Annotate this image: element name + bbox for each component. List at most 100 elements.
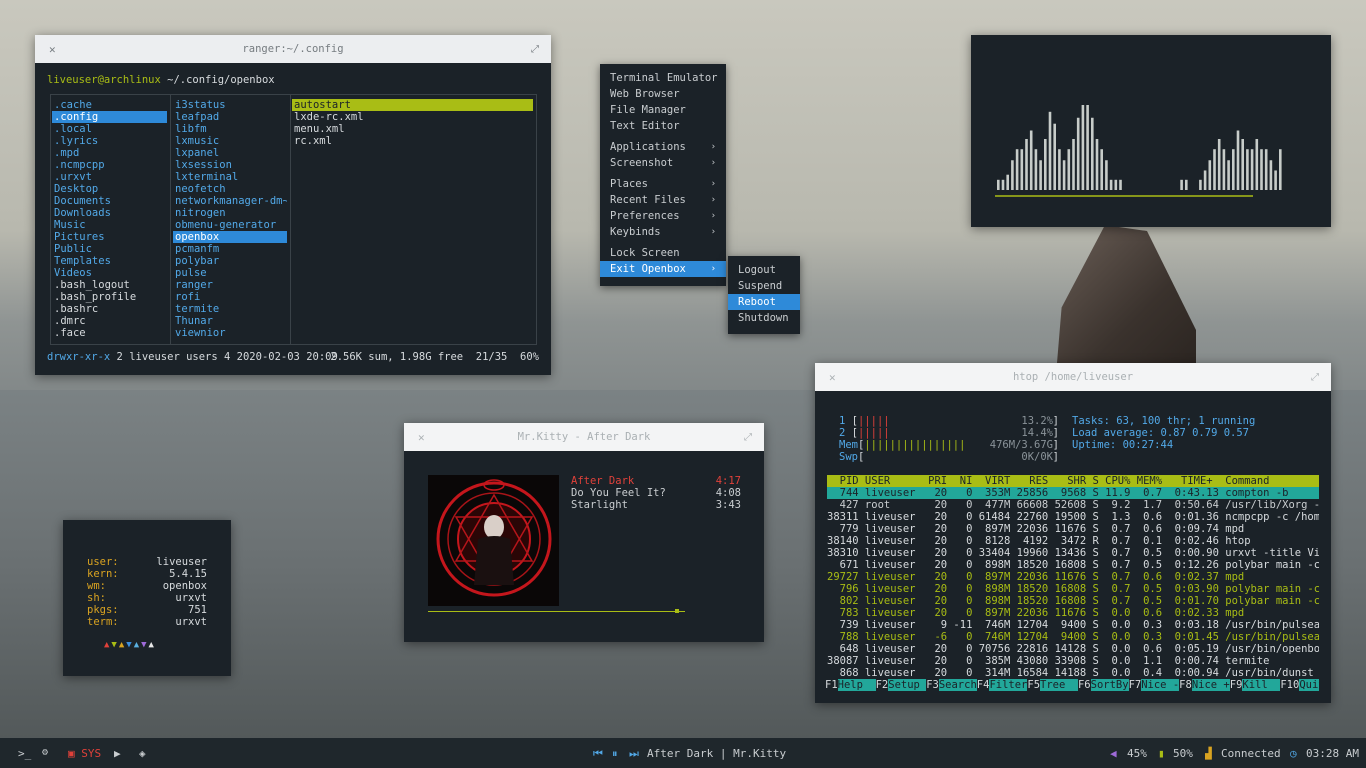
process-row[interactable]: 671 liveuser 20 0 898M 18520 16808 S 0.7…: [827, 559, 1319, 571]
file-entry[interactable]: .face: [52, 327, 167, 339]
file-entry[interactable]: i3status: [173, 99, 287, 111]
fkey-label[interactable]: Help: [837, 679, 876, 691]
settings-icon[interactable]: ⚙: [42, 747, 48, 758]
file-entry[interactable]: Thunar: [173, 315, 287, 327]
process-row[interactable]: 779 liveuser 20 0 897M 22036 11676 S 0.7…: [827, 523, 1319, 535]
menu-item[interactable]: Recent Files ›: [600, 192, 726, 208]
file-entry[interactable]: Downloads: [52, 207, 167, 219]
file-entry[interactable]: neofetch: [173, 183, 287, 195]
process-row[interactable]: 29727 liveuser 20 0 897M 22036 11676 S 0…: [827, 571, 1319, 583]
ranger-window[interactable]: ✕ ranger:~/.config ⤢ liveuser@archlinux …: [35, 35, 551, 375]
file-entry[interactable]: Videos: [52, 267, 167, 279]
playlist[interactable]: After Dark 4:17 Do You Feel It? 4:08 Starlig…: [571, 475, 741, 511]
network-status[interactable]: Connected: [1221, 747, 1281, 760]
player-titlebar[interactable]: ✕ Mr.Kitty - After Dark ⤢: [404, 423, 764, 451]
file-entry[interactable]: lxsession: [173, 159, 287, 171]
process-row[interactable]: 427 root 20 0 477M 66608 52608 S 9.2 1.7…: [827, 499, 1319, 511]
menu-item[interactable]: Suspend: [728, 278, 800, 294]
menu-item[interactable]: Logout: [728, 262, 800, 278]
menu-item[interactable]: Text Editor: [600, 118, 726, 134]
file-entry[interactable]: lxde-rc.xml: [292, 111, 533, 123]
process-row[interactable]: 788 liveuser -6 0 746M 12704 9400 S 0.0 …: [827, 631, 1319, 643]
file-entry[interactable]: nitrogen: [173, 207, 287, 219]
file-entry[interactable]: .mpd: [52, 147, 167, 159]
file-entry[interactable]: .bashrc: [52, 303, 167, 315]
file-entry[interactable]: leafpad: [173, 111, 287, 123]
file-entry[interactable]: lxterminal: [173, 171, 287, 183]
fkey-label[interactable]: Search: [938, 679, 977, 691]
file-entry[interactable]: obmenu-generator: [173, 219, 287, 231]
file-entry[interactable]: openbox: [173, 231, 287, 243]
menu-item[interactable]: Reboot: [728, 294, 800, 310]
process-row[interactable]: 38311 liveuser 20 0 61484 22760 19500 S …: [827, 511, 1319, 523]
fkey-label[interactable]: Quit: [1299, 679, 1319, 691]
volume-level[interactable]: 45%: [1127, 747, 1147, 760]
previous-icon[interactable]: ⏮: [593, 747, 603, 761]
process-row[interactable]: 796 liveuser 20 0 898M 18520 16808 S 0.7…: [827, 583, 1319, 595]
file-entry[interactable]: Desktop: [52, 183, 167, 195]
process-row[interactable]: 802 liveuser 20 0 898M 18520 16808 S 0.7…: [827, 595, 1319, 607]
menu-item[interactable]: Lock Screen: [600, 245, 726, 261]
file-entry[interactable]: .bash_profile: [52, 291, 167, 303]
fkey-label[interactable]: Setup: [888, 679, 927, 691]
file-entry[interactable]: .config: [52, 111, 167, 123]
menu-item[interactable]: Shutdown: [728, 310, 800, 326]
process-row[interactable]: 38310 liveuser 20 0 33404 19960 13436 S …: [827, 547, 1319, 559]
file-entry[interactable]: Public: [52, 243, 167, 255]
menu-item[interactable]: Applications ›: [600, 139, 726, 155]
menu-item[interactable]: Preferences ›: [600, 208, 726, 224]
file-entry[interactable]: .bash_logout: [52, 279, 167, 291]
file-entry[interactable]: lxmusic: [173, 135, 287, 147]
fkey-label[interactable]: Nice +: [1191, 679, 1230, 691]
function-key-bar[interactable]: F1Help F2Setup F3SearchF4FilterF5Tree F6…: [825, 679, 1319, 691]
htop-body[interactable]: 1 [||||| 13.2%] 2 [||||| 14.4%] Mem[||||||…: [815, 391, 1331, 703]
file-entry[interactable]: pcmanfm: [173, 243, 287, 255]
maximize-icon[interactable]: ⤢: [531, 44, 539, 55]
file-entry[interactable]: Documents: [52, 195, 167, 207]
fkey-label[interactable]: Nice -: [1141, 679, 1180, 691]
process-row[interactable]: 38087 liveuser 20 0 385M 43080 33908 S 0…: [827, 655, 1319, 667]
file-entry[interactable]: Pictures: [52, 231, 167, 243]
ranger-titlebar[interactable]: ✕ ranger:~/.config ⤢: [35, 35, 551, 63]
process-table-header[interactable]: PID USER PRI NI VIRT RES SHR S CPU% MEM%…: [827, 475, 1319, 487]
menu-item[interactable]: Keybinds ›: [600, 224, 726, 240]
exit-submenu[interactable]: Logout Suspend Reboot Shutdown: [728, 256, 800, 334]
menu-item[interactable]: Places ›: [600, 176, 726, 192]
close-icon[interactable]: ✕: [829, 371, 836, 384]
process-row[interactable]: 739 liveuser 9 -11 746M 12704 9400 S 0.0…: [827, 619, 1319, 631]
fkey-label[interactable]: SortBy: [1090, 679, 1129, 691]
file-entry[interactable]: menu.xml: [292, 123, 533, 135]
file-entry[interactable]: ranger: [173, 279, 287, 291]
file-entry[interactable]: libfm: [173, 123, 287, 135]
ranger-column-parent[interactable]: .cache .config .local .lyrics .mpd .ncmpcpp .u…: [52, 99, 167, 339]
file-entry[interactable]: .local: [52, 123, 167, 135]
fkey-label[interactable]: Filter: [989, 679, 1028, 691]
visualizer-window[interactable]: [971, 35, 1331, 227]
file-entry[interactable]: lxpanel: [173, 147, 287, 159]
process-row[interactable]: 648 liveuser 20 0 70756 22816 14128 S 0.…: [827, 643, 1319, 655]
process-row[interactable]: 38140 liveuser 20 0 8128 4192 3472 R 0.7…: [827, 535, 1319, 547]
cat-icon[interactable]: ◈: [139, 747, 146, 760]
ranger-column-current[interactable]: i3status leafpad libfm lxmusic lxpanel lxsess…: [173, 99, 287, 339]
menu-item[interactable]: Screenshot ›: [600, 155, 726, 171]
openbox-root-menu[interactable]: Terminal Emulator Web Browser File Manager…: [600, 64, 726, 286]
file-entry[interactable]: rc.xml: [292, 135, 533, 147]
file-entry[interactable]: .ncmpcpp: [52, 159, 167, 171]
file-entry[interactable]: Templates: [52, 255, 167, 267]
menu-item[interactable]: Exit Openbox ›: [600, 261, 726, 277]
sys-module[interactable]: ▣ SYS: [68, 747, 101, 760]
playlist-track[interactable]: Starlight 3:43: [571, 499, 741, 511]
playlist-track[interactable]: Do You Feel It? 4:08: [571, 487, 741, 499]
maximize-icon[interactable]: ⤢: [744, 432, 752, 443]
ranger-column-preview[interactable]: autostart lxde-rc.xml menu.xml rc.xml: [292, 99, 533, 147]
process-row[interactable]: 868 liveuser 20 0 314M 16584 14188 S 0.0…: [827, 667, 1319, 679]
playlist-track[interactable]: After Dark 4:17: [571, 475, 741, 487]
file-entry[interactable]: .urxvt: [52, 171, 167, 183]
volume-icon[interactable]: ◀: [1110, 747, 1117, 760]
file-entry[interactable]: networkmanager-dm~: [173, 195, 287, 207]
terminal-icon[interactable]: >_: [18, 747, 31, 760]
menu-item[interactable]: Web Browser: [600, 86, 726, 102]
process-row[interactable]: 783 liveuser 20 0 897M 22036 11676 S 0.0…: [827, 607, 1319, 619]
htop-window[interactable]: ✕ htop /home/liveuser ⤢ 1 [||||| 13.2%] 2…: [815, 363, 1331, 703]
youtube-icon[interactable]: ▶: [114, 747, 121, 760]
